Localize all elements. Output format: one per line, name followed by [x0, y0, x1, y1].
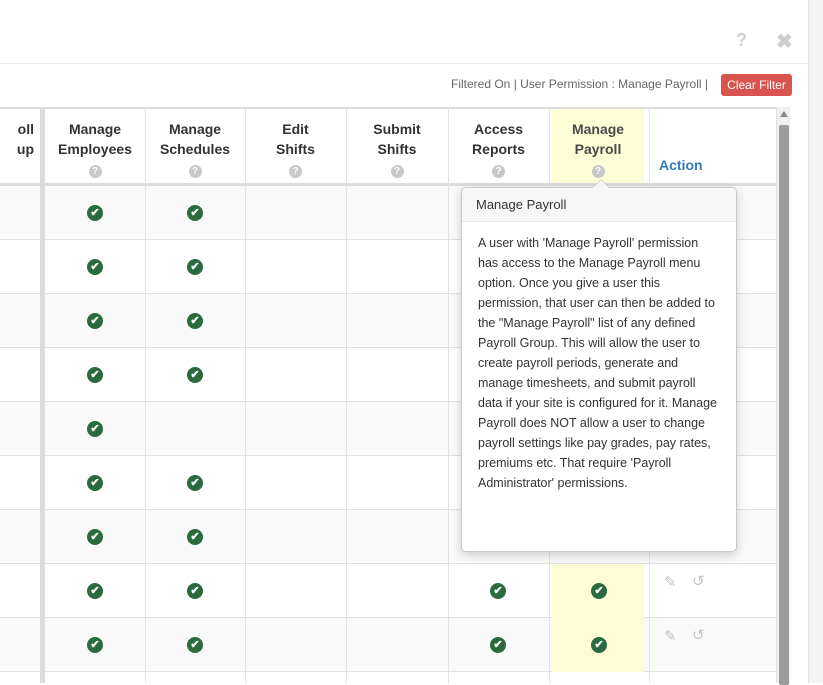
column-help-icon[interactable]: ?: [591, 165, 605, 178]
check-icon[interactable]: ✔: [490, 637, 506, 653]
check-icon[interactable]: ✔: [591, 637, 607, 653]
col-header-line2: Shifts: [377, 141, 417, 157]
col-header-line2: Reports: [472, 141, 525, 157]
check-icon[interactable]: ✔: [87, 367, 103, 383]
col-header-line2: Shifts: [276, 141, 315, 157]
col-header-manage-payroll[interactable]: Manage Payroll ?: [552, 109, 644, 183]
col-line: [346, 107, 347, 683]
check-icon[interactable]: ✔: [87, 475, 103, 491]
frozen-column-divider: [40, 107, 45, 683]
table-row: ✔ ✔ ✔ ✔ ✎ ↺: [0, 618, 776, 672]
clear-filter-button[interactable]: Clear Filter: [721, 74, 792, 96]
help-icon[interactable]: ?: [736, 30, 747, 51]
col-header-line2: up: [16, 141, 34, 157]
column-help-icon[interactable]: ?: [188, 165, 202, 178]
close-icon[interactable]: ✖: [776, 29, 793, 54]
col-header-line2: Payroll: [574, 141, 622, 157]
tooltip-body: A user with 'Manage Payroll' permission …: [478, 236, 718, 490]
col-header-line1: Manage: [68, 121, 122, 137]
history-icon[interactable]: ↺: [692, 572, 705, 590]
vertical-scrollbar[interactable]: [776, 107, 790, 685]
check-icon[interactable]: ✔: [187, 259, 203, 275]
scrollbar-thumb[interactable]: [779, 125, 789, 685]
col-header-edit-shifts[interactable]: Edit Shifts ?: [245, 109, 346, 183]
col-header-line1: Manage: [571, 121, 625, 137]
check-icon[interactable]: ✔: [187, 313, 203, 329]
column-help-icon[interactable]: ?: [390, 165, 404, 178]
tooltip-arrow: [592, 179, 610, 188]
check-icon[interactable]: ✔: [87, 421, 103, 437]
col-header-manage-schedules[interactable]: Manage Schedules ?: [145, 109, 245, 183]
col-line: [245, 107, 246, 683]
column-help-icon[interactable]: ?: [88, 165, 102, 178]
scroll-up-arrow-icon[interactable]: [780, 111, 788, 117]
check-icon[interactable]: ✔: [87, 583, 103, 599]
col-header-line2: Schedules: [159, 141, 231, 157]
col-header-line1: Access: [473, 121, 524, 137]
manage-payroll-tooltip: Manage Payroll A user with 'Manage Payro…: [461, 179, 737, 552]
check-icon[interactable]: ✔: [490, 583, 506, 599]
tooltip-title: Manage Payroll: [462, 188, 736, 222]
window-edge: [808, 0, 823, 683]
column-help-icon[interactable]: ?: [492, 165, 505, 178]
col-header-submit-shifts[interactable]: Submit Shifts ?: [346, 109, 448, 183]
col-header-line1: oll: [17, 121, 34, 137]
check-icon[interactable]: ✔: [187, 205, 203, 221]
col-line: [145, 107, 146, 683]
edit-pencil-icon[interactable]: ✎: [664, 573, 677, 591]
check-icon[interactable]: ✔: [187, 367, 203, 383]
table-row: ✔ ✔ ✔ ✔ ✎ ↺: [0, 564, 776, 618]
col-header-line2: Employees: [58, 141, 132, 157]
col-header-line1: Submit: [373, 121, 421, 137]
filter-status: Filtered On | User Permission : Manage P…: [451, 77, 708, 91]
col-line: [448, 107, 449, 683]
modal-header: ? ✖: [0, 0, 808, 64]
check-icon[interactable]: ✔: [591, 583, 607, 599]
check-icon[interactable]: ✔: [87, 529, 103, 545]
check-icon[interactable]: ✔: [187, 529, 203, 545]
col-header-access-reports[interactable]: Access Reports ?: [448, 109, 549, 183]
edit-pencil-icon[interactable]: ✎: [664, 627, 677, 645]
check-icon[interactable]: ✔: [187, 637, 203, 653]
col-header-line1: Edit: [282, 121, 309, 137]
check-icon[interactable]: ✔: [187, 475, 203, 491]
col-header-payroll-group[interactable]: oll up: [0, 109, 40, 183]
check-icon[interactable]: ✔: [87, 313, 103, 329]
check-icon[interactable]: ✔: [187, 583, 203, 599]
check-icon[interactable]: ✔: [87, 259, 103, 275]
column-help-icon[interactable]: ?: [289, 165, 302, 178]
check-icon[interactable]: ✔: [87, 205, 103, 221]
col-header-manage-employees[interactable]: Manage Employees ?: [45, 109, 145, 183]
col-header-line1: Manage: [168, 121, 222, 137]
check-icon[interactable]: ✔: [87, 637, 103, 653]
history-icon[interactable]: ↺: [692, 626, 705, 644]
col-header-action: Action: [659, 157, 703, 173]
